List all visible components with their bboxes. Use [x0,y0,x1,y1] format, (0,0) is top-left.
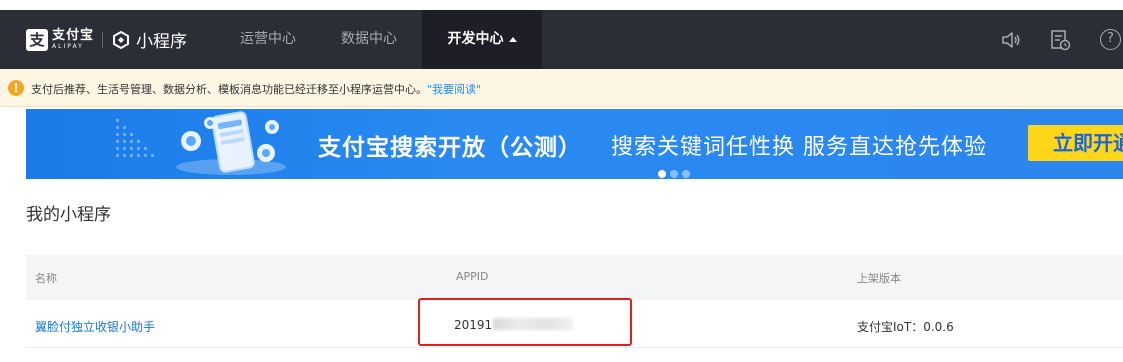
app-name-link[interactable]: 翼脸付独立收银小助手 [35,318,155,335]
speaker-icon[interactable] [1000,29,1022,51]
tab-label: 数据中心 [341,31,397,47]
top-nav-bar: 支 支付宝 ALIPAY 小程序 运营中心 数据中心 开发中心 ? [0,10,1123,69]
alipay-en: ALIPAY [52,43,84,50]
banner-illustration-icon [116,111,286,175]
table-header: 名称 APPID 上架版本 [26,255,1123,300]
top-strip [0,0,1123,10]
appid-cell: 20191 [454,318,574,332]
carousel-dot[interactable] [682,170,690,178]
mini-program-logo-icon [113,30,130,49]
promo-banner[interactable]: 支付宝搜索开放（公测） 搜索关键词任性换 服务直达抢先体验 立即开通 [26,109,1123,179]
notice-read-link[interactable]: "我要阅读" [427,83,481,96]
column-header-appid: APPID [456,270,489,283]
version-cell: 支付宝IoT：0.0.6 [857,320,954,334]
tab-data-center[interactable]: 数据中心 [324,10,414,69]
page-title: 我的小程序 [26,205,111,225]
banner-cta-button[interactable]: 立即开通 [1028,125,1123,161]
tab-operations-center[interactable]: 运营中心 [223,10,313,69]
document-clock-icon[interactable] [1049,29,1071,51]
help-icon[interactable]: ? [1100,29,1121,50]
banner-subtitle: 搜索关键词任性换 服务直达抢先体验 [611,135,987,160]
warning-icon: ! [8,80,24,96]
caret-up-icon [508,36,517,42]
tab-label: 运营中心 [240,31,296,47]
notice-text: 支付后推荐、生活号管理、数据分析、模板消息功能已经迁移至小程序运营中心。"我要阅… [31,81,481,97]
alipay-name: 支付宝 [52,28,95,43]
column-header-version: 上架版本 [857,272,901,285]
carousel-dot[interactable] [670,170,678,178]
alipay-wordmark: 支付宝 ALIPAY [52,29,94,50]
logo-divider [102,31,104,48]
help-glyph: ? [1107,31,1114,46]
notice-bar: ! 支付后推荐、生活号管理、数据分析、模板消息功能已经迁移至小程序运营中心。"我… [0,69,1123,107]
notice-message: 支付后推荐、生活号管理、数据分析、模板消息功能已经迁移至小程序运营中心。 [31,83,427,96]
column-header-name: 名称 [35,272,57,285]
banner-title: 支付宝搜索开放（公测） [318,135,582,161]
appid-redacted [493,318,574,330]
alipay-logo-icon: 支 [26,28,48,51]
tab-dev-center[interactable]: 开发中心 [422,10,542,69]
carousel-dot[interactable] [658,170,666,178]
product-name: 小程序 [136,32,188,52]
table-row: 翼脸付独立收银小助手 20191 支付宝IoT：0.0.6 [26,298,1123,348]
brand-logo[interactable]: 支 支付宝 ALIPAY 小程序 [26,27,187,52]
tab-label: 开发中心 [447,31,504,47]
carousel-dots [658,170,690,178]
appid-visible: 20191 [454,318,493,332]
